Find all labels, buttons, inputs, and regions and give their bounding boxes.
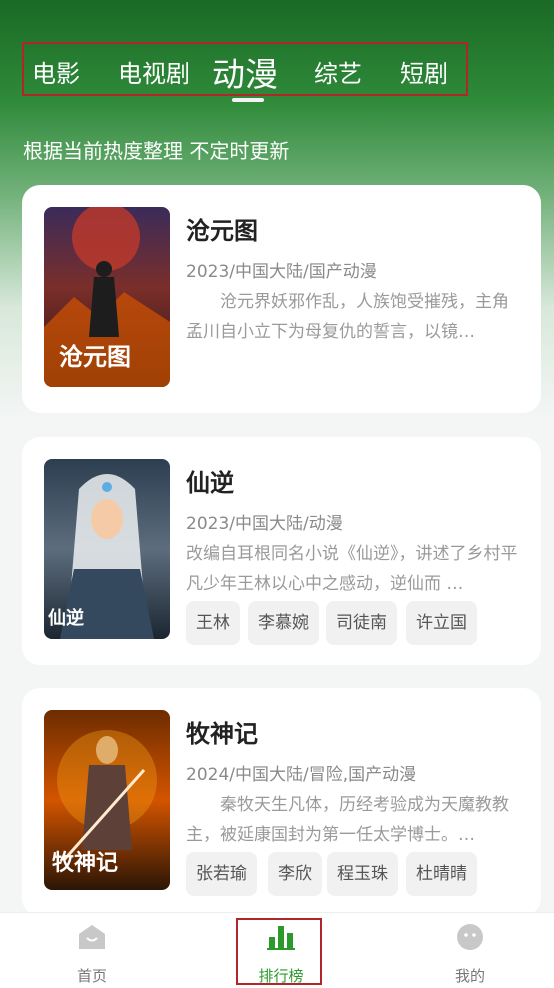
poster-title-text: 仙逆 (48, 607, 84, 629)
tab-movie[interactable]: 电影 (32, 54, 80, 89)
nav-ranking-label: 排行榜 (258, 967, 304, 985)
poster-image: 仙逆 (44, 459, 170, 639)
profile-icon (457, 924, 483, 950)
ranking-card[interactable]: 仙逆 仙逆 2023/中国大陆/动漫 改编自耳根同名小说《仙逆》，讲述了乡村平凡… (22, 437, 541, 665)
active-tab-indicator (232, 98, 264, 102)
tab-tv-series[interactable]: 电视剧 (118, 54, 190, 89)
card-title: 仙逆 (186, 469, 234, 497)
nav-ranking[interactable]: 排行榜 (226, 913, 336, 988)
card-title: 牧神记 (186, 720, 258, 748)
nav-home-label: 首页 (76, 967, 107, 985)
poster-title-text: 牧神记 (52, 850, 118, 876)
cast-chip[interactable]: 李慕婉 (248, 601, 319, 645)
card-description: 秦牧天生凡体，历经考验成为天魔教教主，被延康国封为第一任太学博士。… (186, 795, 509, 845)
cast-chip[interactable]: 王林 (186, 601, 240, 645)
card-description: 沧元界妖邪作乱，人族饱受摧残，主角孟川自小立下为母复仇的誓言，以镜… (186, 292, 509, 342)
ranking-card[interactable]: 牧神记 牧神记 2024/中国大陆/冒险,国产动漫 秦牧天生凡体，历经考验成为天… (22, 688, 541, 916)
cast-chip[interactable]: 杜晴晴 (406, 852, 477, 896)
cast-chip[interactable]: 李欣 (268, 852, 322, 896)
poster-image: 沧元图 (44, 207, 170, 387)
poster-image: 牧神记 (44, 710, 170, 890)
cast-chip[interactable]: 张若瑜 (186, 852, 257, 896)
category-tabs: 电影 电视剧 动漫 综艺 短剧 (22, 42, 468, 96)
cast-chip[interactable]: 许立国 (406, 601, 477, 645)
cast-chip[interactable]: 程玉珠 (327, 852, 398, 896)
ranking-subtitle: 根据当前热度整理 不定时更新 (23, 139, 290, 163)
tab-anime[interactable]: 动漫 (212, 48, 278, 96)
nav-home[interactable]: 首页 (37, 913, 147, 988)
home-icon (79, 925, 105, 949)
ranking-icon (267, 926, 295, 950)
poster-title-text: 沧元图 (59, 342, 131, 371)
card-meta: 2023/中国大陆/动漫 (186, 514, 343, 534)
card-meta: 2024/中国大陆/冒险,国产动漫 (186, 765, 417, 785)
card-title: 沧元图 (186, 217, 258, 245)
card-meta: 2023/中国大陆/国产动漫 (186, 262, 377, 282)
bottom-nav: 首页 排行榜 我的 (0, 912, 554, 988)
nav-profile[interactable]: 我的 (415, 913, 525, 988)
card-description: 改编自耳根同名小说《仙逆》，讲述了乡村平凡少年王林以心中之感动，逆仙而 … (186, 544, 518, 594)
nav-profile-label: 我的 (454, 967, 485, 985)
tab-short-drama[interactable]: 短剧 (400, 54, 448, 89)
tab-variety[interactable]: 综艺 (314, 54, 362, 89)
cast-chip[interactable]: 司徒南 (326, 601, 397, 645)
ranking-card[interactable]: 沧元图 沧元图 2023/中国大陆/国产动漫 沧元界妖邪作乱，人族饱受摧残，主角… (22, 185, 541, 413)
